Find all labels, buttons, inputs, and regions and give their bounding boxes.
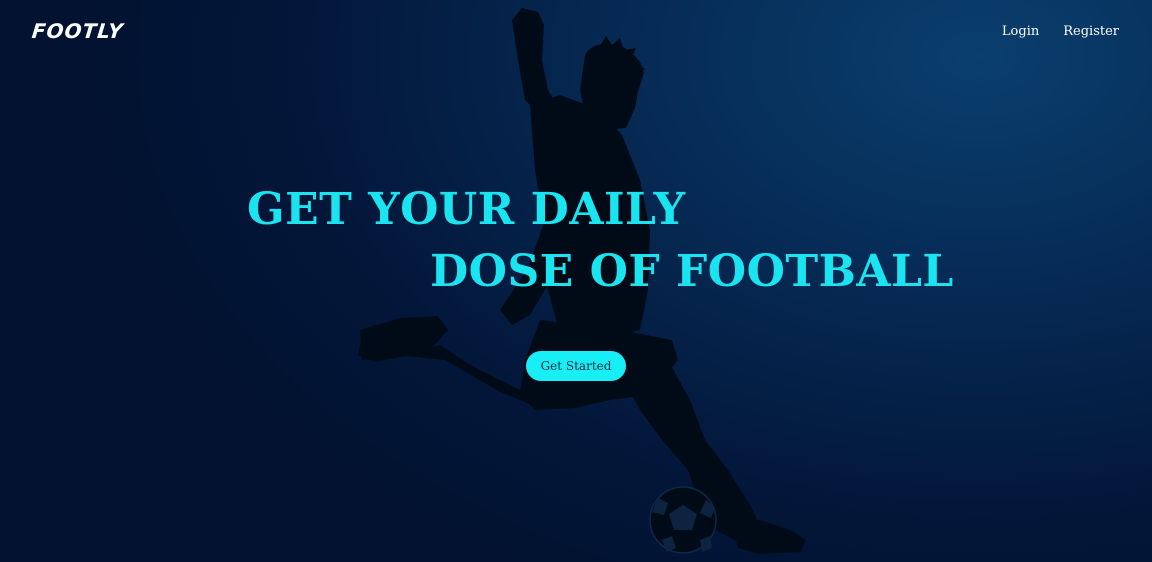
footly-logo[interactable]: FOOTLY xyxy=(31,19,125,43)
hero-headline-line-1: GET YOUR DAILY xyxy=(247,184,686,235)
register-link[interactable]: Register xyxy=(1063,24,1119,39)
login-link[interactable]: Login xyxy=(1002,24,1039,39)
football-icon xyxy=(649,486,717,554)
hero-headline-line-2: DOSE OF FOOTBALL xyxy=(430,246,954,297)
get-started-button[interactable]: Get Started xyxy=(526,351,626,381)
top-nav: Login Register xyxy=(1002,24,1119,39)
